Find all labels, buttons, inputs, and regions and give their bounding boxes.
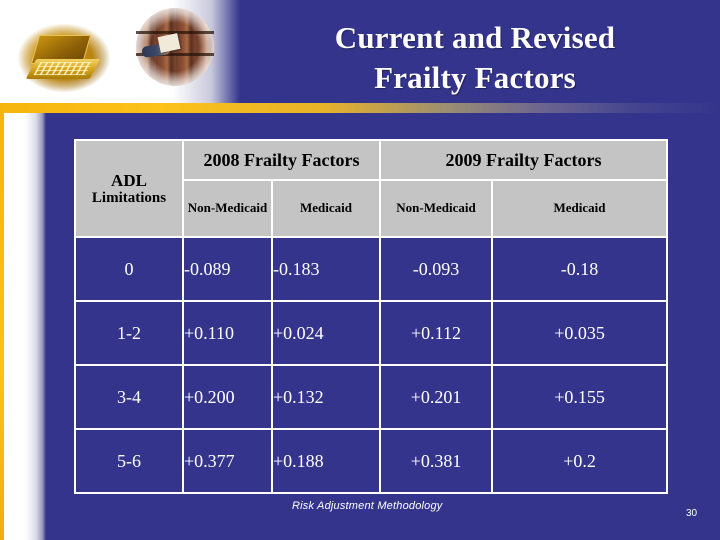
cell-2008-medicaid: -0.183 bbox=[270, 236, 382, 302]
cell-adl: 3-4 bbox=[74, 364, 184, 430]
cell-2008-non-medicaid: +0.110 bbox=[182, 300, 273, 366]
header-2009-non-medicaid: Non-Medicaid bbox=[379, 179, 494, 238]
table-header-row-1: ADL Limitations 2008 Frailty Factors 200… bbox=[74, 139, 669, 238]
page-title: Current and Revised Frailty Factors bbox=[240, 18, 710, 97]
frailty-factors-table: ADL Limitations 2008 Frailty Factors 200… bbox=[74, 139, 669, 494]
cell-2009-medicaid: +0.155 bbox=[491, 364, 669, 430]
cell-2008-non-medicaid: +0.200 bbox=[182, 364, 273, 430]
header-2008-non-medicaid: Non-Medicaid bbox=[182, 179, 273, 238]
cell-2008-medicaid: +0.024 bbox=[270, 300, 382, 366]
cell-2008-non-medicaid: -0.089 bbox=[182, 236, 273, 302]
title-line-2: Frailty Factors bbox=[374, 59, 576, 95]
header-group-2008: 2008 Frailty Factors bbox=[181, 139, 382, 181]
table-row: 3-4 +0.200 +0.132 +0.201 +0.155 bbox=[74, 364, 669, 430]
left-gold-edge bbox=[0, 113, 4, 540]
table-row: 5-6 +0.377 +0.188 +0.381 +0.2 bbox=[74, 428, 669, 494]
slide-canvas: Current and Revised Frailty Factors ADL … bbox=[0, 0, 720, 540]
golden-laptop-image bbox=[12, 16, 116, 100]
header-adl-top: ADL bbox=[111, 170, 147, 190]
cell-2009-medicaid: +0.2 bbox=[491, 428, 669, 494]
cell-2008-non-medicaid: +0.377 bbox=[182, 428, 273, 494]
cell-2009-medicaid: -0.18 bbox=[491, 236, 669, 302]
gold-divider-bar bbox=[0, 103, 720, 113]
title-line-1: Current and Revised bbox=[334, 20, 616, 55]
page-number: 30 bbox=[686, 508, 698, 519]
table-header: ADL Limitations 2008 Frailty Factors 200… bbox=[74, 139, 669, 238]
cell-2009-non-medicaid: +0.201 bbox=[379, 364, 494, 430]
left-white-strip bbox=[0, 113, 46, 540]
header-2009-medicaid: Medicaid bbox=[491, 179, 669, 238]
cell-adl: 0 bbox=[74, 236, 184, 302]
table-body: 0 -0.089 -0.183 -0.093 -0.18 1-2 +0.110 … bbox=[74, 236, 669, 494]
cell-adl: 1-2 bbox=[74, 300, 184, 366]
table-row: 0 -0.089 -0.183 -0.093 -0.18 bbox=[74, 236, 669, 302]
header-group-2009: 2009 Frailty Factors bbox=[379, 139, 669, 181]
cell-2009-non-medicaid: -0.093 bbox=[379, 236, 494, 302]
header-adl-bottom: Limitations bbox=[91, 189, 167, 206]
header-2008-medicaid: Medicaid bbox=[270, 179, 382, 238]
frailty-factors-table-wrapper: ADL Limitations 2008 Frailty Factors 200… bbox=[74, 139, 669, 494]
footer-note: Risk Adjustment Methodology bbox=[292, 500, 443, 512]
records-filing-image bbox=[136, 8, 214, 86]
cell-2008-medicaid: +0.132 bbox=[270, 364, 382, 430]
file-folder bbox=[157, 32, 181, 53]
cell-adl: 5-6 bbox=[74, 428, 184, 494]
top-left-image-panel bbox=[0, 0, 240, 104]
cell-2008-medicaid: +0.188 bbox=[270, 428, 382, 494]
laptop-keyboard bbox=[33, 62, 93, 75]
laptop-shape bbox=[25, 35, 101, 81]
cell-2009-non-medicaid: +0.112 bbox=[379, 300, 494, 366]
cell-2009-medicaid: +0.035 bbox=[491, 300, 669, 366]
cell-2009-non-medicaid: +0.381 bbox=[379, 428, 494, 494]
table-row: 1-2 +0.110 +0.024 +0.112 +0.035 bbox=[74, 300, 669, 366]
header-adl-limitations: ADL Limitations bbox=[74, 139, 184, 238]
